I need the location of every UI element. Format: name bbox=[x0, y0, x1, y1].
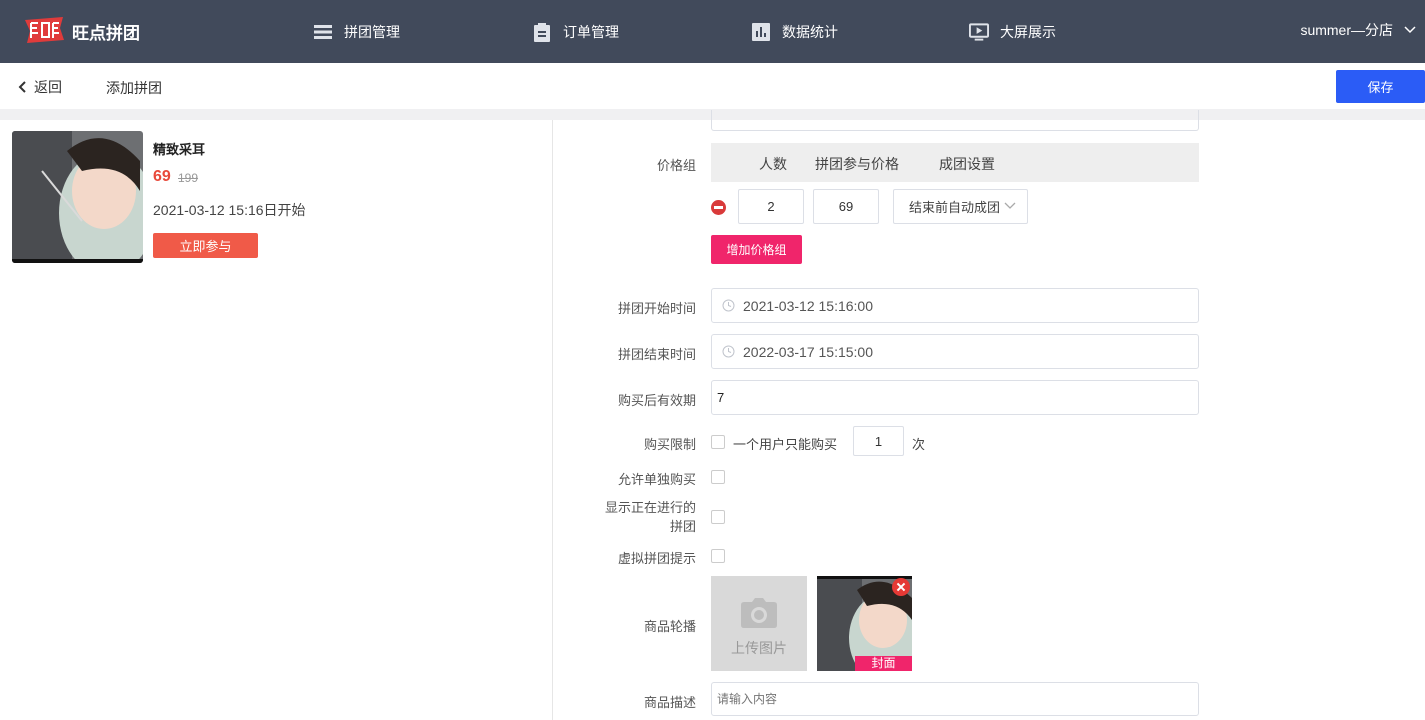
purchase-limit-unit: 次 bbox=[912, 437, 926, 452]
clock-icon bbox=[722, 345, 735, 358]
product-price: 69 bbox=[153, 168, 171, 185]
group-setting-value: 结束前自动成团 bbox=[909, 200, 1001, 215]
nav-label: 拼团管理 bbox=[344, 24, 400, 40]
page-title: 添加拼团 bbox=[106, 80, 162, 96]
upload-image-button[interactable]: 上传图片 bbox=[711, 576, 807, 671]
validity-input[interactable]: 7 bbox=[711, 380, 1199, 415]
nav-order-management[interactable]: 订单管理 bbox=[532, 20, 619, 44]
purchase-limit-text: 一个用户只能购买 bbox=[733, 437, 838, 452]
validity-label: 购买后有效期 bbox=[617, 393, 696, 408]
start-time-value: 2021-03-12 15:16:00 bbox=[743, 297, 873, 314]
start-time-input[interactable]: 2021-03-12 15:16:00 bbox=[711, 288, 1199, 323]
header-price: 拼团参与价格 bbox=[815, 156, 899, 172]
product-original-price: 199 bbox=[178, 171, 199, 185]
product-start-time: 2021-03-12 15:16日开始 bbox=[153, 202, 306, 218]
chevron-down-icon bbox=[1404, 26, 1416, 34]
group-setting-select[interactable]: 结束前自动成团 bbox=[893, 189, 1028, 224]
clock-icon bbox=[722, 299, 735, 312]
back-button[interactable]: 返回 bbox=[18, 77, 62, 97]
purchase-limit-checkbox[interactable] bbox=[711, 435, 725, 449]
list-icon bbox=[313, 22, 333, 42]
group-price-input[interactable]: 69 bbox=[813, 189, 879, 224]
end-time-input[interactable]: 2022-03-17 15:15:00 bbox=[711, 334, 1199, 369]
product-thumbnail bbox=[12, 131, 143, 263]
upload-image-label: 上传图片 bbox=[731, 640, 787, 656]
price-group-label: 价格组 bbox=[656, 158, 696, 173]
sub-header: 返回 添加拼团 保存 bbox=[0, 63, 1425, 109]
nav-label: 大屏展示 bbox=[1000, 24, 1056, 40]
nav-label: 数据统计 bbox=[782, 24, 838, 40]
nav-data-statistics[interactable]: 数据统计 bbox=[751, 20, 838, 44]
play-screen-icon bbox=[969, 22, 989, 42]
virtual-tip-checkbox[interactable] bbox=[711, 549, 725, 563]
nav-group-buy-management[interactable]: 拼团管理 bbox=[313, 20, 400, 44]
clipboard-icon bbox=[532, 22, 552, 42]
camera-icon bbox=[741, 598, 777, 628]
end-time-label: 拼团结束时间 bbox=[617, 347, 696, 362]
brand-name: 旺点拼团 bbox=[72, 23, 140, 43]
chevron-down-icon bbox=[1004, 202, 1016, 209]
show-ongoing-checkbox[interactable] bbox=[711, 510, 725, 524]
description-input[interactable] bbox=[711, 682, 1199, 716]
product-title: 精致采耳 bbox=[153, 142, 206, 157]
remove-price-group-icon[interactable] bbox=[711, 200, 726, 215]
header-setting: 成团设置 bbox=[939, 156, 995, 172]
show-ongoing-label: 显示正在进行的拼团 bbox=[604, 500, 696, 534]
cover-badge: 封面 bbox=[855, 656, 912, 671]
people-input[interactable]: 2 bbox=[738, 189, 804, 224]
add-price-group-button[interactable]: 增加价格组 bbox=[711, 235, 802, 264]
start-time-label: 拼团开始时间 bbox=[617, 301, 696, 316]
bar-chart-icon bbox=[751, 22, 771, 42]
brand-logo[interactable]: 旺点拼团 bbox=[22, 16, 140, 46]
save-button[interactable]: 保存 bbox=[1336, 70, 1425, 103]
user-menu[interactable]: summer—分店 bbox=[1300, 20, 1417, 40]
header-people: 人数 bbox=[759, 156, 787, 172]
end-time-value: 2022-03-17 15:15:00 bbox=[743, 343, 873, 360]
user-name: summer—分店 bbox=[1300, 22, 1393, 38]
back-label: 返回 bbox=[34, 79, 62, 95]
nav-label: 订单管理 bbox=[563, 24, 619, 40]
nav-big-screen[interactable]: 大屏展示 bbox=[969, 20, 1056, 44]
remove-image-icon[interactable] bbox=[892, 578, 910, 596]
description-label: 商品描述 bbox=[643, 695, 696, 710]
join-now-button[interactable]: 立即参与 bbox=[153, 233, 258, 258]
chevron-left-icon bbox=[18, 81, 26, 93]
purchase-limit-label: 购买限制 bbox=[643, 437, 696, 452]
purchase-limit-input[interactable]: 1 bbox=[853, 426, 904, 456]
carousel-label: 商品轮播 bbox=[643, 619, 696, 634]
allow-single-checkbox[interactable] bbox=[711, 470, 725, 484]
virtual-tip-label: 虚拟拼团提示 bbox=[617, 551, 696, 566]
price-group-header: 人数 拼团参与价格 成团设置 bbox=[711, 143, 1199, 182]
flag-logo-icon bbox=[25, 17, 64, 43]
column-divider bbox=[552, 120, 553, 720]
allow-single-label: 允许单独购买 bbox=[617, 472, 696, 487]
top-navbar: 旺点拼团 拼团管理 订单管理 数据统计 大屏展示 summer—分店 bbox=[0, 0, 1425, 63]
scrolled-input-bottom[interactable] bbox=[711, 110, 1199, 131]
